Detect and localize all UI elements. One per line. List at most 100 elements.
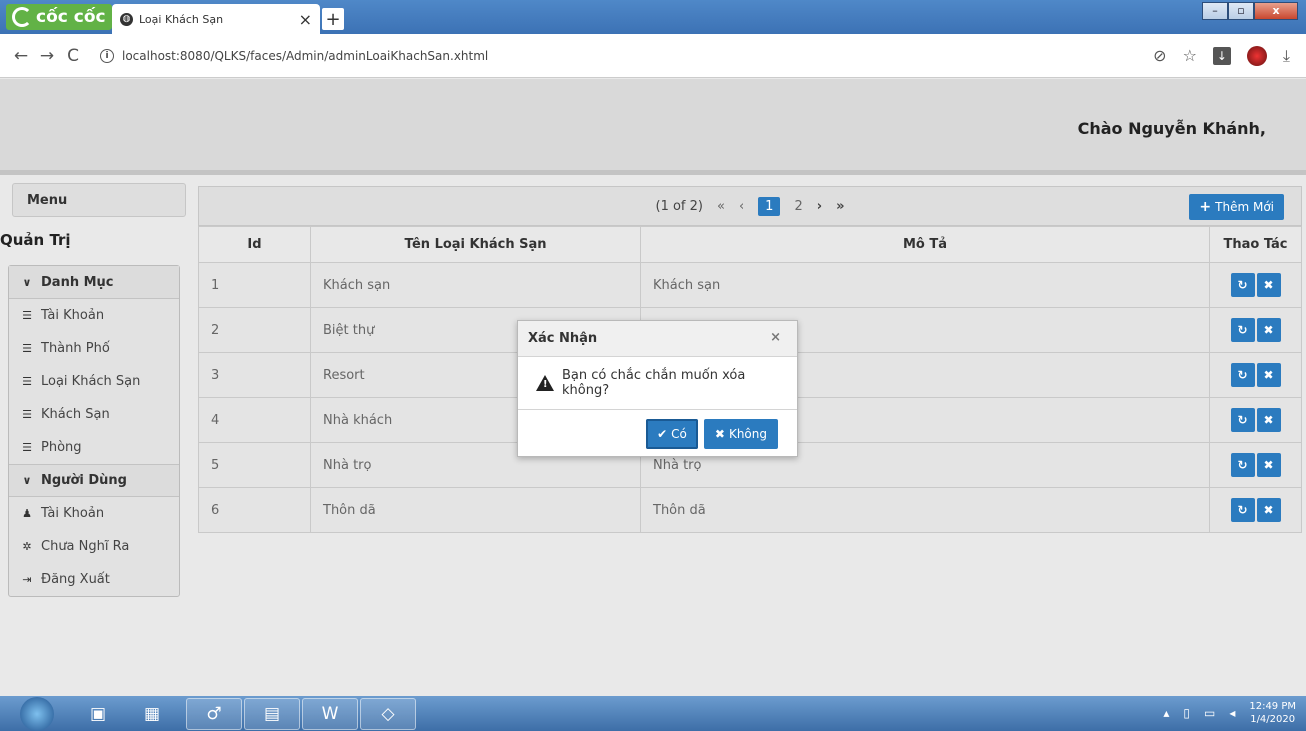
forward-arrow-icon[interactable]: → — [34, 46, 60, 66]
star-icon[interactable]: ☆ — [1183, 46, 1197, 65]
table-row[interactable]: 6 Thôn dã Thôn dã ↻ ✖ — [198, 487, 1302, 533]
page-2-button[interactable]: 2 — [794, 199, 802, 214]
cell-actions: ↻ ✖ — [1209, 262, 1302, 308]
confirm-no-button[interactable]: ✖ Không — [703, 418, 778, 449]
file-explorer-icon[interactable]: ▤ — [244, 698, 300, 730]
add-new-button[interactable]: + Thêm Mới — [1189, 194, 1284, 220]
page-1-button[interactable]: 1 — [758, 196, 781, 216]
delete-icon[interactable]: ✖ — [1256, 498, 1281, 522]
refresh-icon[interactable]: ↻ — [1230, 363, 1255, 387]
volume-icon[interactable]: ◂ — [1229, 706, 1235, 720]
sidebar-item-tai-khoan[interactable]: ☰ Tài Khoản — [9, 299, 179, 332]
refresh-icon[interactable]: ↻ — [1230, 453, 1255, 477]
sign-out-icon: ⇥ — [22, 573, 32, 586]
page-summary: (1 of 2) — [655, 198, 703, 214]
download-icon[interactable]: ⤓ — [1283, 46, 1290, 66]
list-icon: ☰ — [22, 342, 32, 355]
table-header-row: Id Tên Loại Khách Sạn Mô Tả Thao Tác — [198, 226, 1302, 263]
url-field[interactable]: i localhost:8080/QLKS/faces/Admin/adminL… — [100, 48, 1153, 63]
dialog-body: ! Bạn có chắc chắn muốn xóa không? — [518, 357, 797, 410]
network-icon[interactable]: ▭ — [1204, 706, 1215, 720]
add-new-label: Thêm Mới — [1215, 200, 1274, 214]
tray-expand-icon[interactable]: ▴ — [1163, 706, 1169, 720]
url-text: localhost:8080/QLKS/faces/Admin/adminLoa… — [122, 48, 489, 63]
cell-id: 3 — [198, 352, 311, 398]
app-cube-icon[interactable]: ◇ — [360, 698, 416, 730]
back-arrow-icon[interactable]: ← — [8, 46, 34, 66]
window-close-button[interactable]: x — [1254, 2, 1298, 20]
new-tab-button[interactable]: + — [322, 8, 344, 30]
user-greeting: Chào Nguyễn Khánh, — [1077, 119, 1266, 138]
network-app-icon[interactable]: ▦ — [124, 698, 180, 730]
cell-actions: ↻ ✖ — [1209, 397, 1302, 443]
sidebar-item-logout[interactable]: ⇥ Đăng Xuất — [9, 563, 179, 596]
delete-icon[interactable]: ✖ — [1256, 408, 1281, 432]
column-header-name[interactable]: Tên Loại Khách Sạn — [310, 226, 641, 263]
column-header-description[interactable]: Mô Tả — [640, 226, 1210, 263]
list-icon: ☰ — [22, 408, 32, 421]
download-manager-icon[interactable]: ↓ — [1212, 46, 1231, 65]
page-header: Chào Nguyễn Khánh, — [0, 79, 1306, 175]
sidebar-item-khach-san[interactable]: ☰ Khách Sạn — [9, 398, 179, 431]
clock-date: 1/4/2020 — [1250, 714, 1296, 725]
plus-icon: + — [1199, 199, 1212, 215]
chevron-down-icon: ∨ — [22, 474, 32, 487]
profile-avatar-icon[interactable] — [1246, 45, 1267, 66]
info-icon[interactable]: i — [100, 48, 114, 63]
minimize-button[interactable]: – — [1202, 2, 1228, 20]
tab-title: Loại Khách Sạn — [139, 12, 224, 26]
sidebar-item-phong[interactable]: ☰ Phòng — [9, 431, 179, 464]
os-taskbar: ▣ ▦ ♂ ▤ W ◇ ▴ ▯ ▭ ◂ 12:49 PM 1/4/2020 — [0, 696, 1306, 731]
sidebar-item-chua-nghi-ra[interactable]: ✲ Chưa Nghĩ Ra — [9, 530, 179, 563]
table-row[interactable]: 1 Khách sạn Khách sạn ↻ ✖ — [198, 262, 1302, 308]
sidebar-item-label: Loại Khách Sạn — [41, 374, 141, 389]
address-bar: ← → C i localhost:8080/QLKS/faces/Admin/… — [0, 34, 1306, 78]
sidebar-item-loai-khach-san[interactable]: ☰ Loại Khách Sạn — [9, 365, 179, 398]
list-icon: ☰ — [22, 309, 32, 322]
first-page-button[interactable]: « — [717, 199, 725, 214]
media-player-icon[interactable]: ▣ — [70, 698, 126, 730]
dialog-footer: ✔ Có ✖ Không — [518, 410, 797, 457]
dialog-close-icon[interactable]: × — [770, 330, 781, 345]
browser-tab-strip: cốc cốc ◍ Loại Khách Sạn × + – ▫ x — [0, 0, 1306, 34]
danh-muc-header[interactable]: ∨ Danh Mục — [9, 266, 179, 299]
refresh-icon[interactable]: ↻ — [1230, 318, 1255, 342]
word-icon[interactable]: W — [302, 698, 358, 730]
browser-brand-label: cốc cốc — [36, 7, 106, 27]
dialog-title: Xác Nhận — [528, 331, 598, 346]
confirm-yes-button[interactable]: ✔ Có — [646, 418, 698, 449]
list-icon: ☰ — [22, 375, 32, 388]
last-page-button[interactable]: » — [836, 199, 844, 214]
system-clock[interactable]: 12:49 PM 1/4/2020 — [1249, 700, 1296, 726]
tray-device-icon[interactable]: ▯ — [1183, 706, 1190, 720]
nguoi-dung-header[interactable]: ∨ Người Dùng — [9, 464, 179, 497]
sidebar-item-user-account[interactable]: ♟ Tài Khoản — [9, 497, 179, 530]
start-button[interactable] — [20, 697, 54, 731]
refresh-icon[interactable]: ↻ — [1230, 408, 1255, 432]
sidebar-item-thanh-pho[interactable]: ☰ Thành Phố — [9, 332, 179, 365]
maximize-button[interactable]: ▫ — [1228, 2, 1254, 20]
delete-icon[interactable]: ✖ — [1256, 453, 1281, 477]
coccoc-taskbar-icon[interactable]: ♂ — [186, 698, 242, 730]
prev-page-button[interactable]: ‹ — [739, 199, 744, 214]
confirm-dialog: Xác Nhận × ! Bạn có chắc chắn muốn xóa k… — [517, 320, 798, 457]
globe-icon: ◍ — [120, 12, 133, 26]
delete-icon[interactable]: ✖ — [1256, 273, 1281, 297]
next-page-button[interactable]: › — [817, 199, 822, 214]
shield-icon[interactable]: ⊘ — [1153, 46, 1166, 65]
refresh-icon[interactable]: ↻ — [1230, 498, 1255, 522]
delete-icon[interactable]: ✖ — [1256, 363, 1281, 387]
paginator: (1 of 2) « ‹ 1 2 › » + Thêm Mới — [198, 186, 1302, 226]
browser-tab[interactable]: ◍ Loại Khách Sạn × — [112, 4, 320, 34]
delete-icon[interactable]: ✖ — [1256, 318, 1281, 342]
column-header-id[interactable]: Id — [198, 226, 311, 263]
tab-close-icon[interactable]: × — [299, 10, 312, 29]
browser-logo[interactable]: cốc cốc — [6, 4, 112, 30]
cell-id: 4 — [198, 397, 311, 443]
gear-icon: ✲ — [22, 540, 32, 553]
refresh-icon[interactable]: ↻ — [1230, 273, 1255, 297]
admin-title: Quản Trị — [0, 231, 71, 249]
reload-icon[interactable]: C — [60, 46, 86, 66]
sidebar: Menu Quản Trị ∨ Danh Mục ☰ Tài Khoản ☰ T… — [0, 183, 186, 597]
cell-name: Thôn dã — [310, 487, 641, 533]
